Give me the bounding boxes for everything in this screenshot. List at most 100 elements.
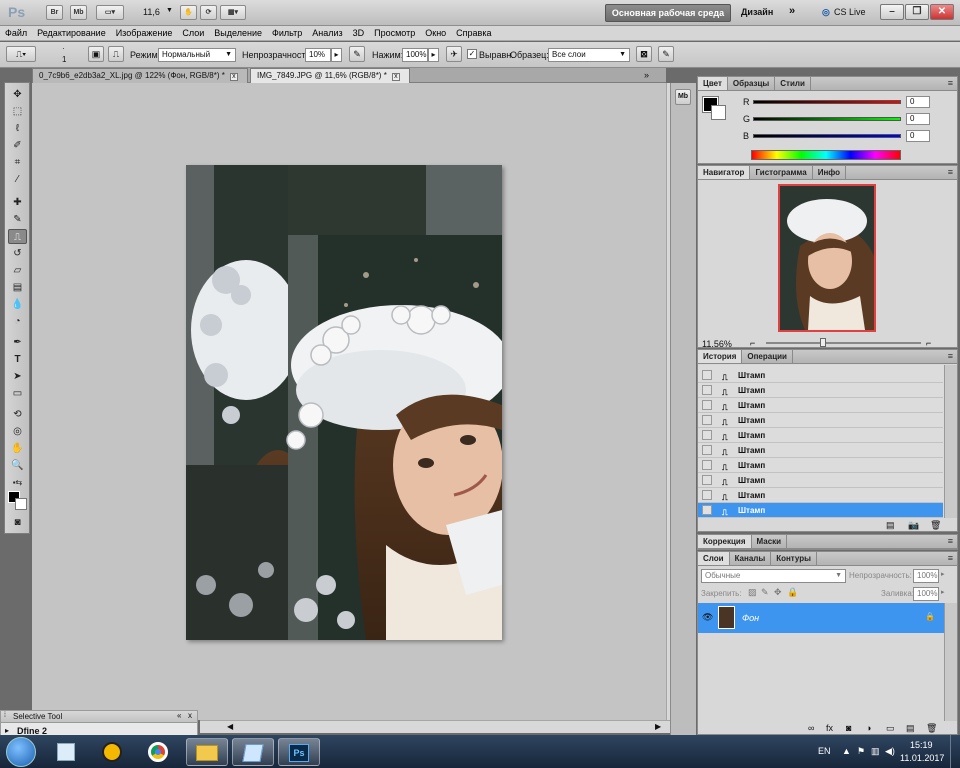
close-tab-icon[interactable]: x	[391, 73, 400, 81]
aligned-checkbox[interactable]: ✓	[467, 49, 477, 59]
clone-stamp-tool-icon[interactable]: ⎍	[8, 229, 27, 244]
history-item[interactable]: ⎍ Штамп	[698, 413, 943, 428]
workspace-design-button[interactable]: Дизайн	[741, 7, 773, 17]
layer-opacity-input[interactable]: 100%	[913, 569, 939, 583]
bridge-button[interactable]: Br	[46, 5, 63, 20]
blur-tool-icon[interactable]: 💧	[8, 297, 27, 312]
history-scrollbar[interactable]	[944, 365, 957, 518]
lock-position-icon[interactable]: ✥	[774, 587, 782, 598]
panel-menu-icon[interactable]: ≡	[948, 351, 953, 361]
minimize-button[interactable]: –	[880, 4, 904, 20]
clock-date[interactable]: 11.01.2017	[900, 753, 944, 763]
tab-paths[interactable]: Контуры	[771, 552, 817, 565]
lock-transparency-icon[interactable]: ▨	[748, 587, 757, 598]
history-brush-source-checkbox[interactable]	[702, 490, 712, 500]
tab-info[interactable]: Инфо	[813, 166, 847, 179]
menu-item-10[interactable]: Справка	[451, 26, 496, 41]
panel-menu-icon[interactable]: ≡	[948, 553, 953, 563]
marquee-tool-icon[interactable]: ⬚	[8, 104, 27, 119]
more-workspaces-button[interactable]: »	[789, 5, 795, 17]
tab-document-2[interactable]: IMG_7849.JPG @ 11,6% (RGB/8*) * x	[250, 68, 410, 83]
history-item[interactable]: ⎍ Штамп	[698, 473, 943, 488]
channel-g-slider[interactable]	[753, 117, 901, 121]
action-center-flag-icon[interactable]: ⚑	[857, 746, 865, 757]
tab-history[interactable]: История	[698, 350, 743, 363]
cs-live-button[interactable]: CS Live	[834, 7, 866, 17]
adjustment-layer-icon[interactable]: ◑	[866, 723, 871, 733]
layer-row[interactable]: 👁 Фон 🔒	[698, 603, 944, 633]
mini-bridge-button[interactable]: Mb	[70, 5, 87, 20]
fill-slider-toggle-icon[interactable]: ▸	[941, 588, 945, 596]
expand-icon[interactable]: ▸	[5, 726, 9, 735]
channel-g-input[interactable]: 0	[906, 113, 930, 125]
close-icon[interactable]: x	[188, 711, 192, 720]
pen-tool-icon[interactable]: ✒	[8, 335, 27, 350]
quick-mask-icon[interactable]: ◙	[8, 515, 27, 530]
history-item[interactable]: ⎍ Штамп	[698, 443, 943, 458]
history-item-current[interactable]: ⎍ Штамп	[698, 503, 943, 518]
channel-b-input[interactable]: 0	[906, 130, 930, 142]
history-brush-source-checkbox[interactable]	[702, 400, 712, 410]
menu-item-1[interactable]: Редактирование	[32, 26, 111, 41]
history-item[interactable]: ⎍ Штамп	[698, 428, 943, 443]
scroll-left-icon[interactable]: ◀	[227, 722, 233, 731]
rotate-view-icon[interactable]: ⟳	[200, 5, 217, 20]
tab-navigator[interactable]: Навигатор	[698, 166, 751, 179]
background-color-swatch[interactable]	[15, 498, 27, 510]
toggle-brush-panel-icon[interactable]: ▣	[88, 46, 104, 62]
tab-histogram[interactable]: Гистограмма	[750, 166, 813, 179]
navigator-thumbnail[interactable]	[778, 184, 876, 332]
new-layer-icon[interactable]: ▤	[906, 723, 915, 734]
brush-size[interactable]: 1	[62, 55, 66, 64]
language-indicator[interactable]: EN	[818, 746, 831, 756]
volume-icon[interactable]: ◀)	[885, 746, 895, 757]
crop-tool-icon[interactable]: ⌗	[8, 155, 27, 170]
flow-input[interactable]: 100%	[402, 48, 428, 62]
healing-brush-tool-icon[interactable]: ✚	[8, 195, 27, 210]
mode-select[interactable]: Нормальный ▼	[158, 48, 236, 62]
clock-time[interactable]: 15:19	[910, 740, 933, 750]
panel-menu-icon[interactable]: ≡	[948, 78, 953, 88]
layer-style-icon[interactable]: fx	[826, 723, 833, 733]
taskbar-photoshop-icon[interactable]: Ps	[278, 738, 320, 766]
add-mask-icon[interactable]: ◙	[846, 723, 851, 733]
mini-bridge-panel-icon[interactable]: Mb	[675, 89, 691, 105]
taskbar-folder-icon[interactable]	[186, 738, 228, 766]
horizontal-scrollbar[interactable]: ◀ ▶	[200, 720, 679, 733]
taskbar-notepad-icon[interactable]	[232, 738, 274, 766]
history-item[interactable]: ⎍ Штамп	[698, 383, 943, 398]
clone-stamp-preset-icon[interactable]: ⎍▾	[6, 46, 36, 62]
arrange-documents-button[interactable]: ▦▾	[220, 5, 246, 20]
tab-color[interactable]: Цвет	[698, 77, 728, 90]
pressure-opacity-icon[interactable]: ✎	[349, 46, 365, 62]
menu-item-4[interactable]: Выделение	[209, 26, 267, 41]
view-extras-button[interactable]: ▭▾	[96, 5, 124, 20]
eyedropper-tool-icon[interactable]: ⁄	[8, 172, 27, 187]
background-color-swatch[interactable]	[711, 105, 726, 120]
fill-input[interactable]: 100%	[913, 587, 939, 601]
layer-name[interactable]: Фон	[742, 613, 759, 623]
3d-rotate-tool-icon[interactable]: ⟲	[8, 407, 27, 422]
zoom-dropdown-icon[interactable]: ▼	[166, 7, 173, 14]
ignore-adjustment-layers-icon[interactable]: ⊠	[636, 46, 652, 62]
network-icon[interactable]: ▥	[871, 746, 880, 757]
color-spectrum-ramp[interactable]	[751, 150, 901, 160]
navigator-zoom-slider[interactable]	[766, 342, 921, 344]
flow-slider-toggle-icon[interactable]: ▸	[428, 48, 439, 62]
3d-orbit-tool-icon[interactable]: ◎	[8, 424, 27, 439]
zoom-slider-handle[interactable]	[820, 338, 826, 347]
zoom-in-icon[interactable]: ⌐	[926, 338, 931, 348]
menu-item-0[interactable]: Файл	[0, 26, 32, 41]
brush-tool-icon[interactable]: ✎	[8, 212, 27, 227]
document-image[interactable]	[186, 165, 502, 640]
rectangle-tool-icon[interactable]: ▭	[8, 386, 27, 401]
history-item[interactable]: ⎍ Штамп	[698, 398, 943, 413]
new-snapshot-icon[interactable]: 📷	[908, 520, 919, 531]
delete-layer-icon[interactable]: 🗑	[926, 723, 937, 734]
gradient-tool-icon[interactable]: ▤	[8, 280, 27, 295]
hand-tool-icon[interactable]: ✋	[180, 5, 197, 20]
type-tool-icon[interactable]: T	[8, 352, 27, 367]
tab-channels[interactable]: Каналы	[730, 552, 772, 565]
history-brush-source-checkbox[interactable]	[702, 370, 712, 380]
show-desktop-button[interactable]	[950, 735, 960, 768]
